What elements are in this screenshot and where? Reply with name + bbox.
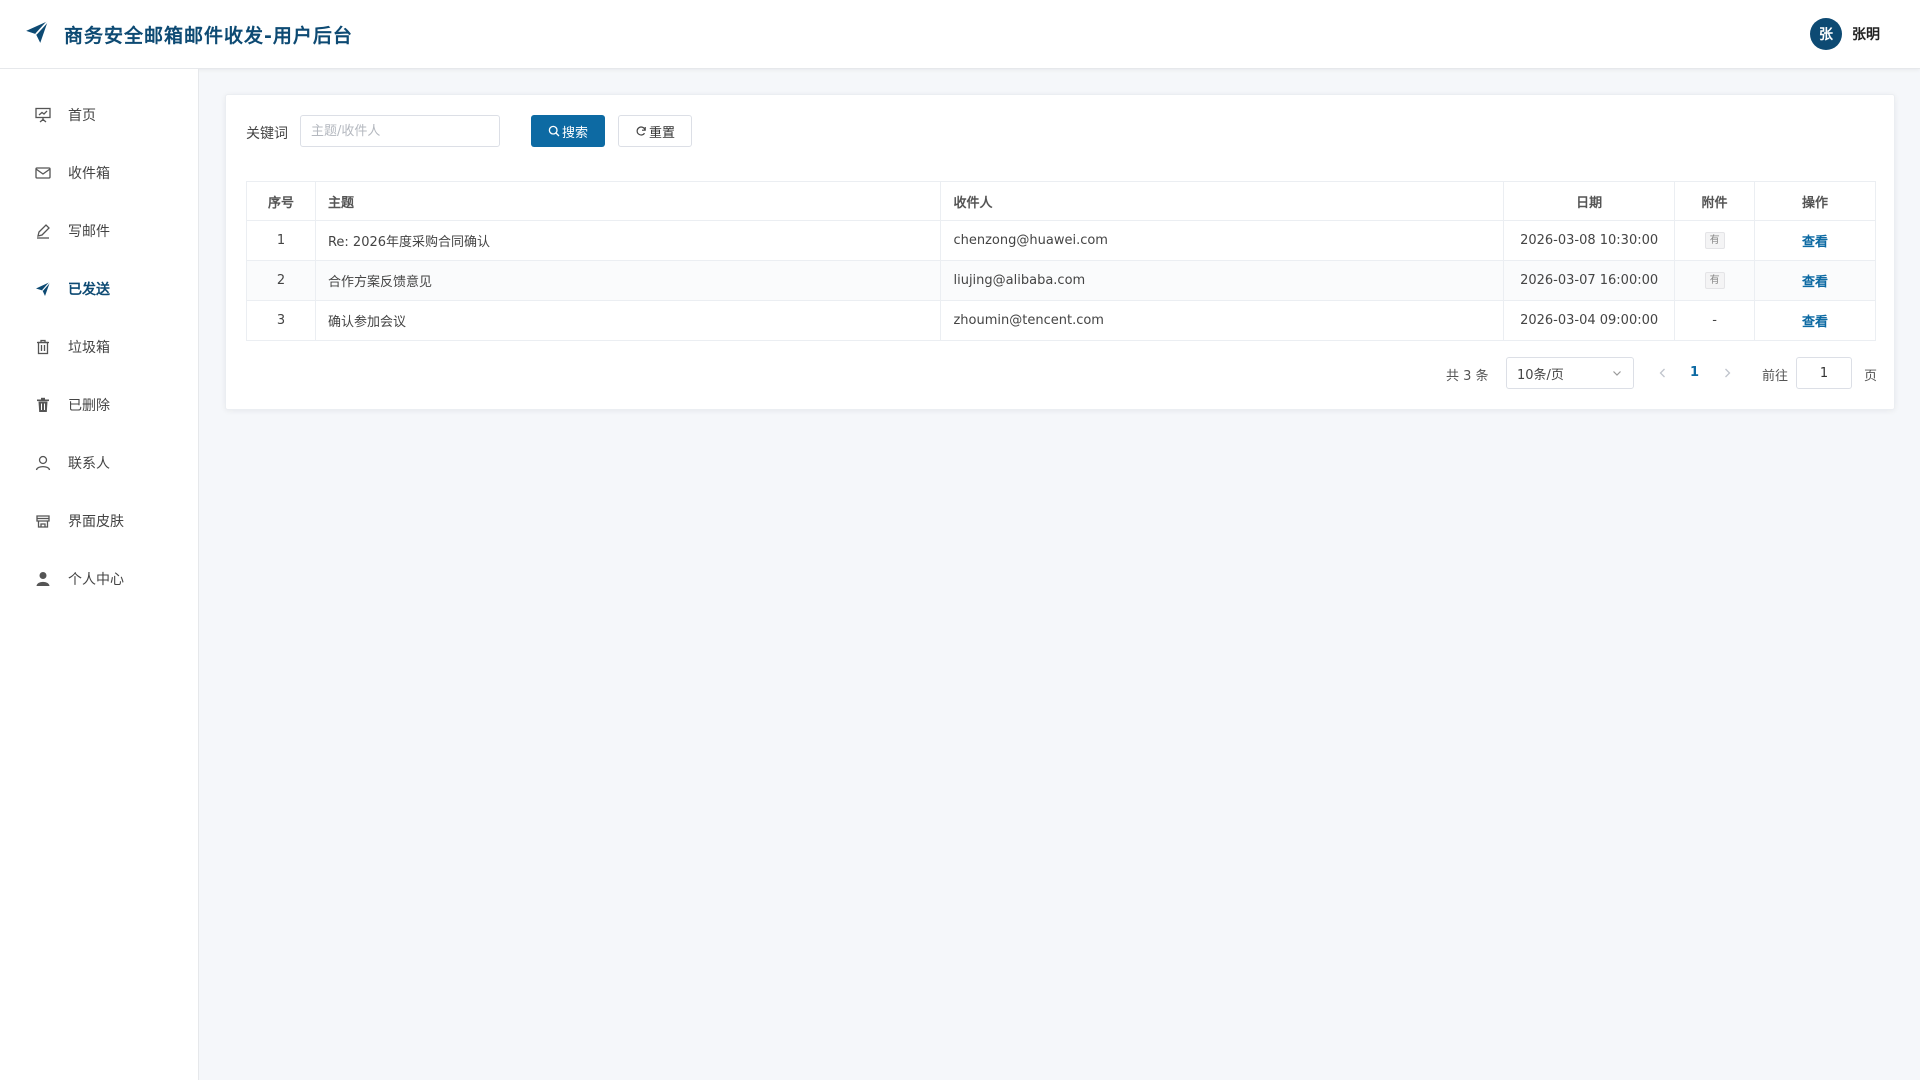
cell-action: 查看 [1754, 220, 1876, 261]
cell-index: 2 [246, 260, 316, 301]
page-size-select[interactable]: 10条/页 [1506, 357, 1634, 389]
page-number-current[interactable]: 1 [1690, 365, 1699, 380]
cell-index: 3 [246, 300, 316, 341]
sidebar-item-label: 写邮件 [68, 224, 110, 240]
cell-subject: 确认参加会议 [314, 300, 942, 341]
view-link[interactable]: 查看 [1802, 235, 1828, 250]
view-link[interactable]: 查看 [1802, 275, 1828, 290]
cell-subject: 合作方案反馈意见 [314, 260, 942, 301]
chevron-left-icon [1659, 368, 1665, 378]
sidebar-item-sent[interactable]: 已发送 [0, 267, 199, 311]
sidebar-item-skin[interactable]: 界面皮肤 [0, 499, 199, 543]
column-header-attachment: 附件 [1674, 181, 1756, 221]
page-size-value: 10条/页 [1517, 367, 1564, 383]
table-row[interactable]: 2 合作方案反馈意见 liujing@alibaba.com 2026-03-0… [246, 260, 1876, 301]
sidebar-item-spam[interactable]: 垃圾箱 [0, 325, 199, 369]
sidebar-item-inbox[interactable]: 收件箱 [0, 151, 199, 195]
pagination: 共 3 条 10条/页 1 前往 页 [226, 357, 1896, 389]
user-outline-icon [34, 454, 52, 472]
table-row[interactable]: 3 确认参加会议 zhoumin@tencent.com 2026-03-04 … [246, 300, 1876, 341]
user-name[interactable]: 张明 [1852, 24, 1880, 44]
sidebar-item-profile[interactable]: 个人中心 [0, 557, 199, 601]
sidebar-item-label: 首页 [68, 108, 96, 124]
total-count: 共 3 条 [1446, 369, 1489, 384]
avatar[interactable]: 张 [1810, 18, 1842, 50]
cell-attachment: 有 [1674, 260, 1756, 301]
app-title: 商务安全邮箱邮件收发-用户后台 [64, 24, 353, 47]
sidebar-item-label: 个人中心 [68, 572, 124, 588]
attachment-tag: 有 [1704, 272, 1725, 289]
sidebar-item-label: 收件箱 [68, 166, 110, 182]
sent-mail-table: 序号 主题 收件人 日期 附件 操作 1 Re: 2026年度采购合同确认 ch… [246, 181, 1876, 341]
cell-attachment: - [1674, 300, 1756, 341]
cell-action: 查看 [1754, 300, 1876, 341]
reset-button-label: 重置 [648, 124, 675, 140]
search-icon [548, 125, 562, 137]
search-button[interactable]: 搜索 [531, 115, 605, 147]
goto-suffix: 页 [1864, 369, 1878, 384]
keyword-label: 关键词 [246, 126, 288, 142]
column-header-index: 序号 [246, 181, 316, 221]
attachment-tag: 有 [1704, 232, 1725, 249]
table-row[interactable]: 1 Re: 2026年度采购合同确认 chenzong@huawei.com 2… [246, 220, 1876, 261]
sidebar-item-label: 已发送 [68, 282, 110, 298]
cell-recipient: zhoumin@tencent.com [940, 300, 1505, 341]
sidebar-item-label: 垃圾箱 [68, 340, 110, 356]
trash-outline-icon [34, 338, 52, 356]
sidebar-item-home[interactable]: 首页 [0, 93, 199, 137]
column-header-subject: 主题 [314, 181, 942, 221]
column-header-recipient: 收件人 [940, 181, 1505, 221]
goto-page-input[interactable] [1796, 357, 1852, 389]
prev-page-button[interactable] [1656, 366, 1670, 380]
cell-date: 2026-03-07 16:00:00 [1503, 260, 1676, 301]
table-header-row: 序号 主题 收件人 日期 附件 操作 [246, 181, 1876, 221]
user-filled-icon [34, 570, 52, 588]
search-button-label: 搜索 [561, 124, 588, 140]
skin-icon [34, 512, 52, 530]
sidebar-item-deleted[interactable]: 已删除 [0, 383, 199, 427]
column-header-action: 操作 [1754, 181, 1876, 221]
cell-index: 1 [246, 220, 316, 261]
cell-subject: Re: 2026年度采购合同确认 [314, 220, 942, 261]
cell-recipient: liujing@alibaba.com [940, 260, 1505, 301]
chevron-down-icon [1611, 367, 1623, 379]
goto-label: 前往 [1762, 369, 1789, 384]
sidebar-item-label: 联系人 [68, 456, 110, 472]
keyword-search-input[interactable] [300, 115, 500, 147]
chevron-right-icon [1725, 368, 1731, 378]
refresh-icon [635, 125, 649, 137]
cell-date: 2026-03-04 09:00:00 [1503, 300, 1676, 341]
cell-date: 2026-03-08 10:30:00 [1503, 220, 1676, 261]
sidebar-item-label: 界面皮肤 [68, 514, 124, 530]
pen-icon [34, 222, 52, 240]
next-page-button[interactable] [1720, 366, 1734, 380]
paper-plane-logo-icon [24, 19, 50, 49]
sidebar-item-compose[interactable]: 写邮件 [0, 209, 199, 253]
sidebar-item-contacts[interactable]: 联系人 [0, 441, 199, 485]
presentation-icon [34, 106, 52, 124]
sidebar-item-label: 已删除 [68, 398, 110, 414]
column-header-date: 日期 [1503, 181, 1676, 221]
top-header: 商务安全邮箱邮件收发-用户后台 张 张明 [0, 0, 1920, 69]
user-menu[interactable]: 张 张明 [1810, 18, 1880, 50]
sent-mail-panel: 关键词 搜索 重置 序号 主题 收件人 日期 附件 操作 1 Re: 2026 [225, 94, 1895, 410]
sidebar: 首页 收件箱 写邮件 已发送 垃圾箱 已删除 联系人 界面皮肤 个人中心 [0, 69, 199, 1080]
view-link[interactable]: 查看 [1802, 315, 1828, 330]
trash-filled-icon [34, 396, 52, 414]
reset-button[interactable]: 重置 [618, 115, 692, 147]
envelope-icon [34, 164, 52, 182]
cell-attachment: 有 [1674, 220, 1756, 261]
cell-recipient: chenzong@huawei.com [940, 220, 1505, 261]
paper-plane-icon [34, 280, 52, 298]
cell-action: 查看 [1754, 260, 1876, 301]
brand: 商务安全邮箱邮件收发-用户后台 [24, 19, 353, 49]
